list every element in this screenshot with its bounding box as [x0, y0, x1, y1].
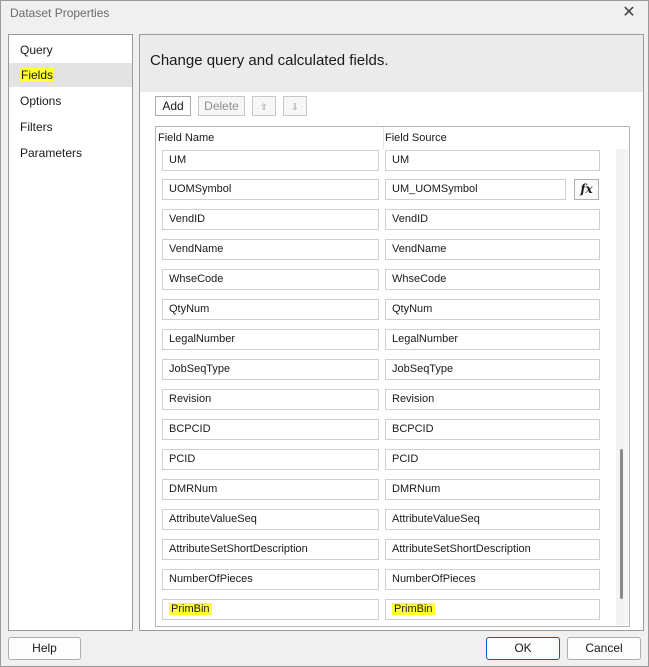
panel-header: Change query and calculated fields.: [140, 35, 643, 92]
field-source-input[interactable]: LegalNumber: [385, 329, 600, 350]
highlighted-field-source: PrimBin: [392, 603, 435, 615]
field-source-input[interactable]: BCPCID: [385, 419, 600, 440]
sidebar-item-parameters[interactable]: Parameters: [9, 141, 132, 165]
field-name-input[interactable]: BCPCID: [162, 419, 379, 440]
sidebar-item-label: Parameters: [20, 146, 83, 160]
sidebar-item-label: Filters: [20, 120, 53, 134]
table-row: Revision Revision: [156, 389, 611, 419]
table-row: PrimBin PrimBin: [156, 599, 611, 626]
dialog-title: Dataset Properties: [10, 6, 110, 20]
fields-grid: Field Name Field Source UM UM UOMSymbol …: [155, 126, 630, 627]
expression-button[interactable]: fx: [574, 179, 599, 200]
scrollbar-thumb[interactable]: [620, 449, 623, 599]
highlighted-field-name: PrimBin: [169, 603, 212, 615]
field-source-input[interactable]: Revision: [385, 389, 600, 410]
field-source-input[interactable]: AttributeSetShortDescription: [385, 539, 600, 560]
field-name-input[interactable]: LegalNumber: [162, 329, 379, 350]
field-name-input[interactable]: WhseCode: [162, 269, 379, 290]
sidebar-nav: Query Fields Options Filters Parameters: [8, 34, 133, 631]
close-icon[interactable]: ✕: [620, 4, 638, 22]
delete-button[interactable]: Delete: [198, 96, 245, 116]
column-header-field-name: Field Name: [158, 132, 215, 144]
ok-button[interactable]: OK: [486, 637, 560, 660]
field-source-input[interactable]: JobSeqType: [385, 359, 600, 380]
sidebar-item-label: Options: [20, 94, 62, 108]
table-row: AttributeValueSeq AttributeValueSeq: [156, 509, 611, 539]
table-row: PCID PCID: [156, 449, 611, 479]
field-name-input[interactable]: QtyNum: [162, 299, 379, 320]
field-name-input[interactable]: AttributeValueSeq: [162, 509, 379, 530]
field-source-input[interactable]: VendID: [385, 209, 600, 230]
fields-panel: Change query and calculated fields. Add …: [139, 34, 644, 631]
field-name-input[interactable]: PrimBin: [162, 599, 379, 620]
sidebar-item-fields[interactable]: Fields: [9, 63, 132, 87]
table-row: UM UM: [156, 150, 611, 180]
sidebar-item-filters[interactable]: Filters: [9, 115, 132, 139]
table-row: LegalNumber LegalNumber: [156, 329, 611, 359]
arrow-down-icon: ⇩: [291, 102, 299, 112]
move-up-button[interactable]: ⇧: [252, 96, 276, 116]
field-source-input[interactable]: PrimBin: [385, 599, 600, 620]
field-source-input[interactable]: UM_UOMSymbol: [385, 179, 566, 200]
sidebar-item-label: Query: [20, 43, 53, 57]
table-row: JobSeqType JobSeqType: [156, 359, 611, 389]
field-source-input[interactable]: QtyNum: [385, 299, 600, 320]
sidebar-item-query[interactable]: Query: [9, 38, 132, 62]
vertical-scrollbar[interactable]: [616, 149, 628, 625]
field-name-input[interactable]: JobSeqType: [162, 359, 379, 380]
field-name-input[interactable]: NumberOfPieces: [162, 569, 379, 590]
field-source-input[interactable]: AttributeValueSeq: [385, 509, 600, 530]
field-name-input[interactable]: VendID: [162, 209, 379, 230]
field-source-input[interactable]: PCID: [385, 449, 600, 470]
field-name-input[interactable]: UOMSymbol: [162, 179, 379, 200]
table-row: DMRNum DMRNum: [156, 479, 611, 509]
sidebar-item-label: Fields: [20, 68, 55, 82]
field-name-input[interactable]: DMRNum: [162, 479, 379, 500]
table-row: VendName VendName: [156, 239, 611, 269]
arrow-up-icon: ⇧: [260, 102, 268, 112]
field-source-input[interactable]: DMRNum: [385, 479, 600, 500]
table-row: NumberOfPieces NumberOfPieces: [156, 569, 611, 599]
title-bar: Dataset Properties ✕: [1, 1, 648, 27]
field-name-input[interactable]: AttributeSetShortDescription: [162, 539, 379, 560]
field-source-input[interactable]: UM: [385, 150, 600, 171]
table-row: BCPCID BCPCID: [156, 419, 611, 449]
table-row: QtyNum QtyNum: [156, 299, 611, 329]
field-name-input[interactable]: Revision: [162, 389, 379, 410]
sidebar-item-options[interactable]: Options: [9, 89, 132, 113]
cancel-button[interactable]: Cancel: [567, 637, 641, 660]
page-title: Change query and calculated fields.: [150, 52, 389, 69]
table-row: UOMSymbol UM_UOMSymbol fx: [156, 179, 611, 209]
column-divider: [383, 127, 384, 149]
field-source-input[interactable]: VendName: [385, 239, 600, 260]
field-name-input[interactable]: PCID: [162, 449, 379, 470]
help-button[interactable]: Help: [8, 637, 81, 660]
field-name-input[interactable]: VendName: [162, 239, 379, 260]
column-header-field-source: Field Source: [385, 132, 447, 144]
field-source-input[interactable]: NumberOfPieces: [385, 569, 600, 590]
table-row: AttributeSetShortDescription AttributeSe…: [156, 539, 611, 569]
table-row: VendID VendID: [156, 209, 611, 239]
field-name-input[interactable]: UM: [162, 150, 379, 171]
field-source-input[interactable]: WhseCode: [385, 269, 600, 290]
table-row: WhseCode WhseCode: [156, 269, 611, 299]
dataset-properties-dialog: Dataset Properties ✕ Query Fields Option…: [0, 0, 649, 667]
add-button[interactable]: Add: [155, 96, 191, 116]
move-down-button[interactable]: ⇩: [283, 96, 307, 116]
